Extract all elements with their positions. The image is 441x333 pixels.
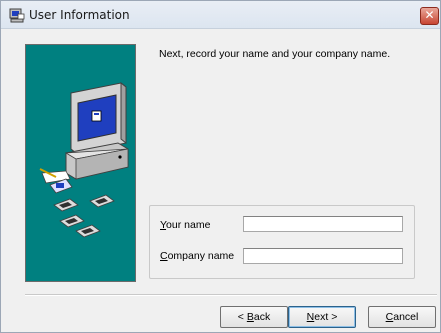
user-info-group: Your name Company name bbox=[149, 205, 415, 279]
your-name-input[interactable] bbox=[243, 216, 403, 232]
setup-computer-icon bbox=[9, 8, 25, 23]
dialog-body: Next, record your name and your company … bbox=[8, 30, 437, 330]
dialog-window: User Information ✕ Next, record your nam… bbox=[0, 0, 441, 333]
divider bbox=[25, 294, 437, 296]
back-button[interactable]: < Back bbox=[220, 306, 288, 328]
close-button[interactable]: ✕ bbox=[420, 7, 439, 25]
your-name-label: Your name bbox=[160, 219, 211, 231]
instruction-text: Next, record your name and your company … bbox=[159, 48, 391, 60]
company-name-input[interactable] bbox=[243, 248, 403, 264]
close-icon: ✕ bbox=[424, 8, 435, 22]
wizard-image-panel bbox=[25, 44, 136, 282]
window-title: User Information bbox=[29, 8, 130, 22]
computer-illustration bbox=[39, 81, 129, 238]
company-name-label: Company name bbox=[160, 250, 235, 262]
title-bar[interactable]: User Information ✕ bbox=[1, 1, 440, 29]
next-button[interactable]: Next > bbox=[288, 306, 356, 328]
cancel-button[interactable]: Cancel bbox=[368, 306, 436, 328]
